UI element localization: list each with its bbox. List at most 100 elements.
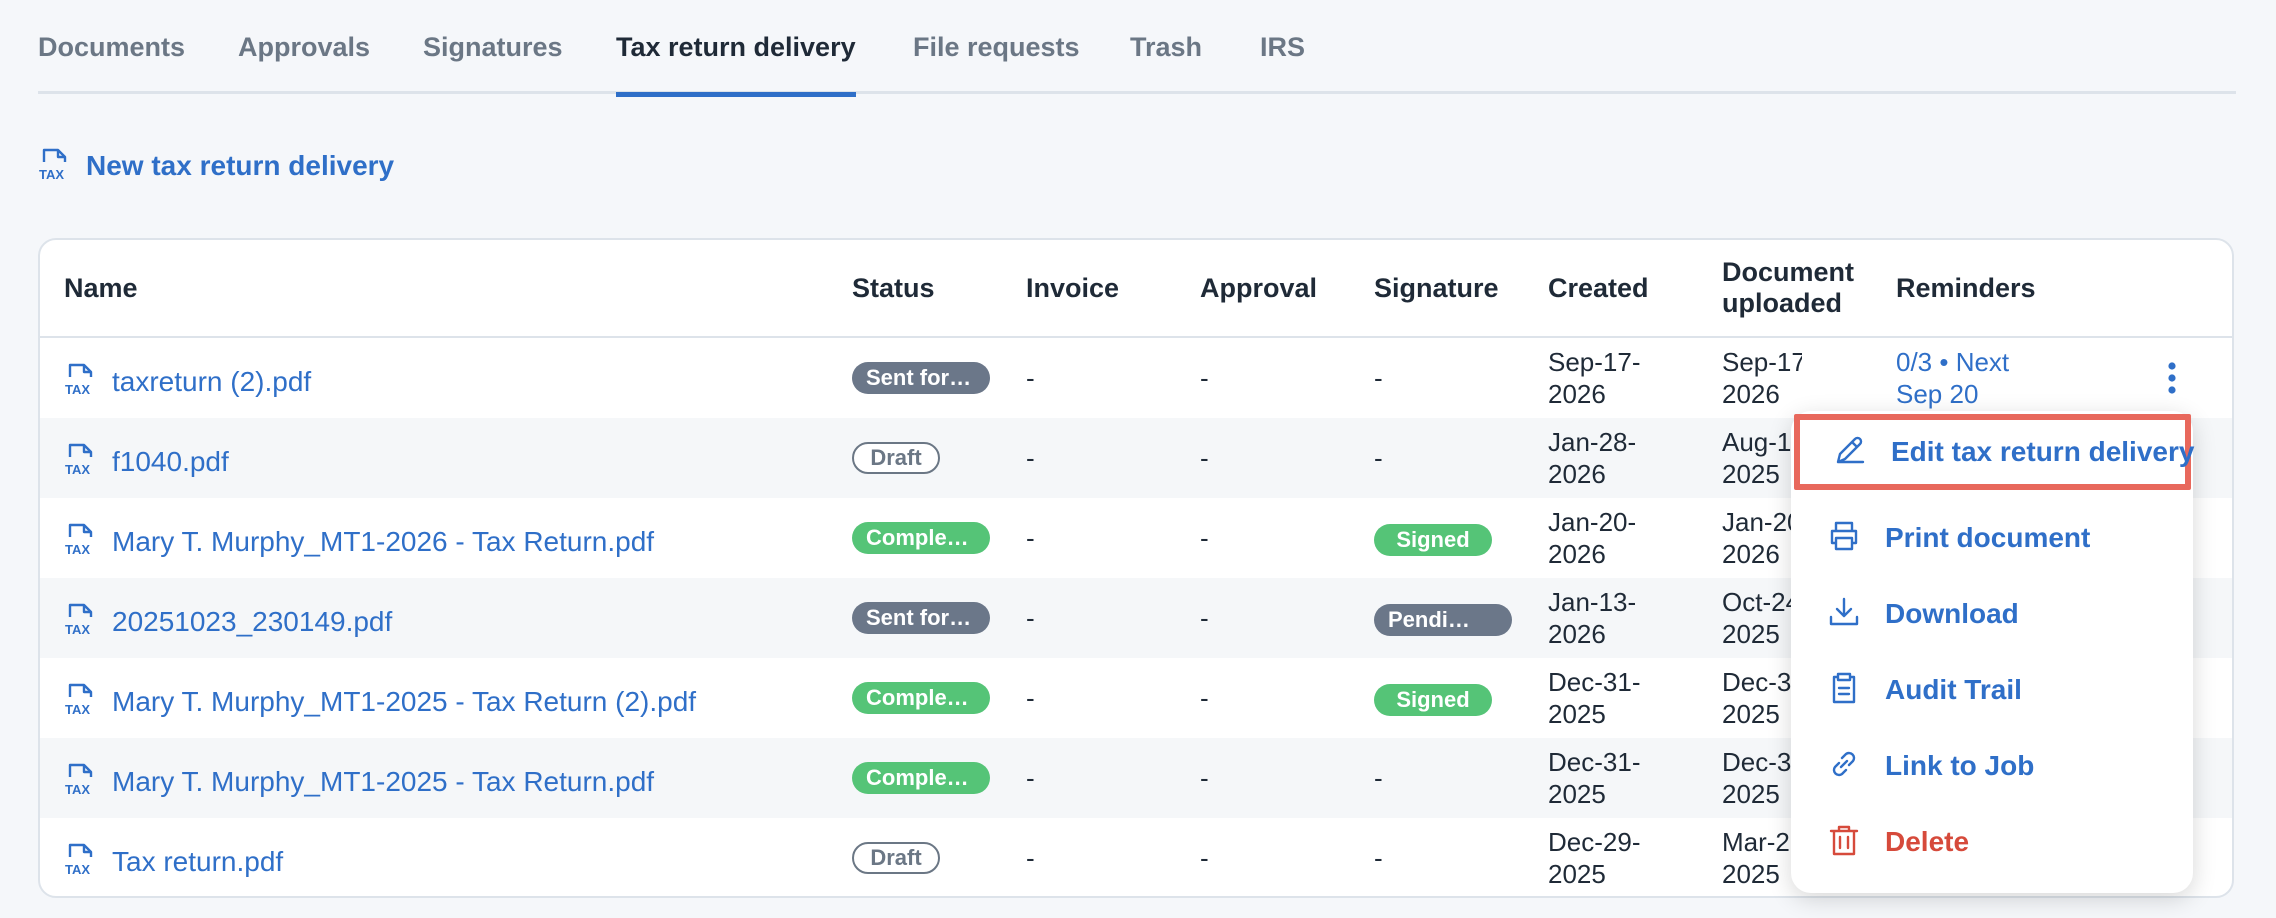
link-to-job-label: Link to Job [1885, 750, 2035, 781]
tax-file-icon: TAX [64, 361, 98, 402]
header-reminders[interactable]: Reminders [1896, 273, 2036, 304]
approval-value: - [1200, 603, 1209, 633]
status-badge: Comple… [852, 682, 990, 714]
svg-text:TAX: TAX [65, 462, 90, 477]
signature-value: - [1374, 843, 1383, 873]
approval-value: - [1200, 843, 1209, 873]
created-date: Sep-17- 2026 [1548, 347, 1641, 409]
signature-badge: Signed [1374, 524, 1492, 556]
header-signature[interactable]: Signature [1374, 273, 1499, 304]
created-date: Jan-13- 2026 [1548, 587, 1637, 649]
table-header: Name Status Invoice Approval Signature C… [40, 240, 2232, 338]
header-name[interactable]: Name [64, 273, 138, 304]
tax-file-icon: TAX [64, 761, 98, 802]
created-date: Jan-28- 2026 [1548, 427, 1637, 489]
signature-value: - [1374, 363, 1383, 393]
svg-text:TAX: TAX [65, 702, 90, 717]
svg-text:TAX: TAX [65, 862, 90, 877]
header-invoice[interactable]: Invoice [1026, 273, 1119, 304]
tab-bar: Documents Approvals Signatures Tax retur… [38, 0, 2236, 97]
clipboard-icon [1827, 671, 1861, 710]
uploaded-date: Jan-20 2026 [1722, 507, 1802, 569]
tab-tax-return-delivery[interactable]: Tax return delivery [616, 32, 856, 97]
status-badge: Comple… [852, 762, 990, 794]
status-badge: Draft [852, 842, 940, 874]
download-menu-item[interactable]: Download [1791, 576, 2193, 652]
approval-value: - [1200, 683, 1209, 713]
status-badge: Comple… [852, 522, 990, 554]
tax-file-icon: TAX [38, 146, 72, 187]
delete-label: Delete [1885, 826, 1970, 857]
approval-value: - [1200, 523, 1209, 553]
uploaded-date: Mar-2 2025 [1722, 827, 1790, 889]
svg-text:TAX: TAX [65, 782, 90, 797]
link-to-job-menu-item[interactable]: Link to Job [1791, 728, 2193, 804]
file-name: Mary T. Murphy_MT1-2026 - Tax Return.pdf [112, 525, 655, 557]
pencil-icon [1833, 433, 1867, 472]
approval-value: - [1200, 443, 1209, 473]
header-created[interactable]: Created [1548, 273, 1649, 304]
file-name-link[interactable]: TAX Mary T. Murphy_MT1-2025 - Tax Return.… [64, 761, 654, 802]
invoice-value: - [1026, 363, 1035, 393]
tax-file-icon: TAX [64, 841, 98, 882]
tab-approvals[interactable]: Approvals [238, 32, 370, 94]
reminders-link[interactable]: 0/3 • Next Sep 20 [1896, 346, 2009, 410]
invoice-value: - [1026, 603, 1035, 633]
new-tax-return-delivery-button[interactable]: TAX New tax return delivery [38, 145, 394, 187]
invoice-value: - [1026, 843, 1035, 873]
svg-text:TAX: TAX [65, 622, 90, 637]
edit-tax-return-delivery-menu-item[interactable]: Edit tax return delivery [1794, 414, 2195, 490]
uploaded-date: Oct-24 2025 [1722, 587, 1801, 649]
new-tax-return-delivery-label: New tax return delivery [86, 150, 395, 181]
created-date: Jan-20- 2026 [1548, 507, 1637, 569]
signature-badge: Pendi… [1374, 604, 1512, 636]
header-status[interactable]: Status [852, 273, 935, 304]
file-name: Tax return.pdf [112, 845, 284, 877]
status-badge: Sent for… [852, 602, 990, 634]
tab-documents[interactable]: Documents [38, 32, 185, 94]
tax-file-icon: TAX [64, 441, 98, 482]
file-name: taxreturn (2).pdf [112, 365, 312, 397]
signature-badge: Signed [1374, 684, 1492, 716]
header-approval[interactable]: Approval [1200, 273, 1317, 304]
svg-text:TAX: TAX [65, 382, 90, 397]
file-name-link[interactable]: TAX taxreturn (2).pdf [64, 361, 311, 402]
file-name: f1040.pdf [112, 445, 229, 477]
download-icon [1827, 595, 1861, 634]
file-name-link[interactable]: TAX Tax return.pdf [64, 841, 283, 882]
tab-irs[interactable]: IRS [1260, 32, 1305, 94]
uploaded-date: Sep-17- 2026 [1722, 347, 1802, 409]
created-date: Dec-31- 2025 [1548, 747, 1641, 809]
invoice-value: - [1026, 763, 1035, 793]
delete-menu-item[interactable]: Delete [1791, 804, 2193, 880]
print-document-label: Print document [1885, 522, 2091, 553]
file-name-link[interactable]: TAX Mary T. Murphy_MT1-2025 - Tax Return … [64, 681, 696, 722]
audit-trail-menu-item[interactable]: Audit Trail [1791, 652, 2193, 728]
svg-text:TAX: TAX [39, 167, 64, 182]
printer-icon [1827, 519, 1861, 558]
link-icon [1827, 747, 1861, 786]
trash-icon [1827, 823, 1861, 862]
file-name-link[interactable]: TAX f1040.pdf [64, 441, 229, 482]
table-row[interactable]: TAX taxreturn (2).pdf Sent for… - - - Sep-17- … [40, 338, 2232, 418]
tab-trash[interactable]: Trash [1130, 32, 1202, 94]
file-name: 20251023_230149.pdf [112, 605, 393, 637]
status-badge: Sent for… [852, 362, 990, 394]
edit-tax-return-delivery-label: Edit tax return delivery [1891, 436, 2195, 467]
uploaded-date: Dec-3 2025 [1722, 747, 1792, 809]
tax-file-icon: TAX [64, 521, 98, 562]
audit-trail-label: Audit Trail [1885, 674, 2022, 705]
status-badge: Draft [852, 442, 940, 474]
header-document-uploaded[interactable]: Document uploaded [1722, 257, 1854, 319]
file-name: Mary T. Murphy_MT1-2025 - Tax Return (2)… [112, 685, 697, 717]
signature-value: - [1374, 763, 1383, 793]
tab-signatures[interactable]: Signatures [423, 32, 563, 94]
print-document-menu-item[interactable]: Print document [1791, 500, 2193, 576]
file-name-link[interactable]: TAX Mary T. Murphy_MT1-2026 - Tax Return.… [64, 521, 654, 562]
approval-value: - [1200, 363, 1209, 393]
signature-value: - [1374, 443, 1383, 473]
more-actions-icon[interactable] [2164, 360, 2180, 401]
file-name-link[interactable]: TAX 20251023_230149.pdf [64, 601, 392, 642]
tab-file-requests[interactable]: File requests [913, 32, 1080, 94]
invoice-value: - [1026, 683, 1035, 713]
